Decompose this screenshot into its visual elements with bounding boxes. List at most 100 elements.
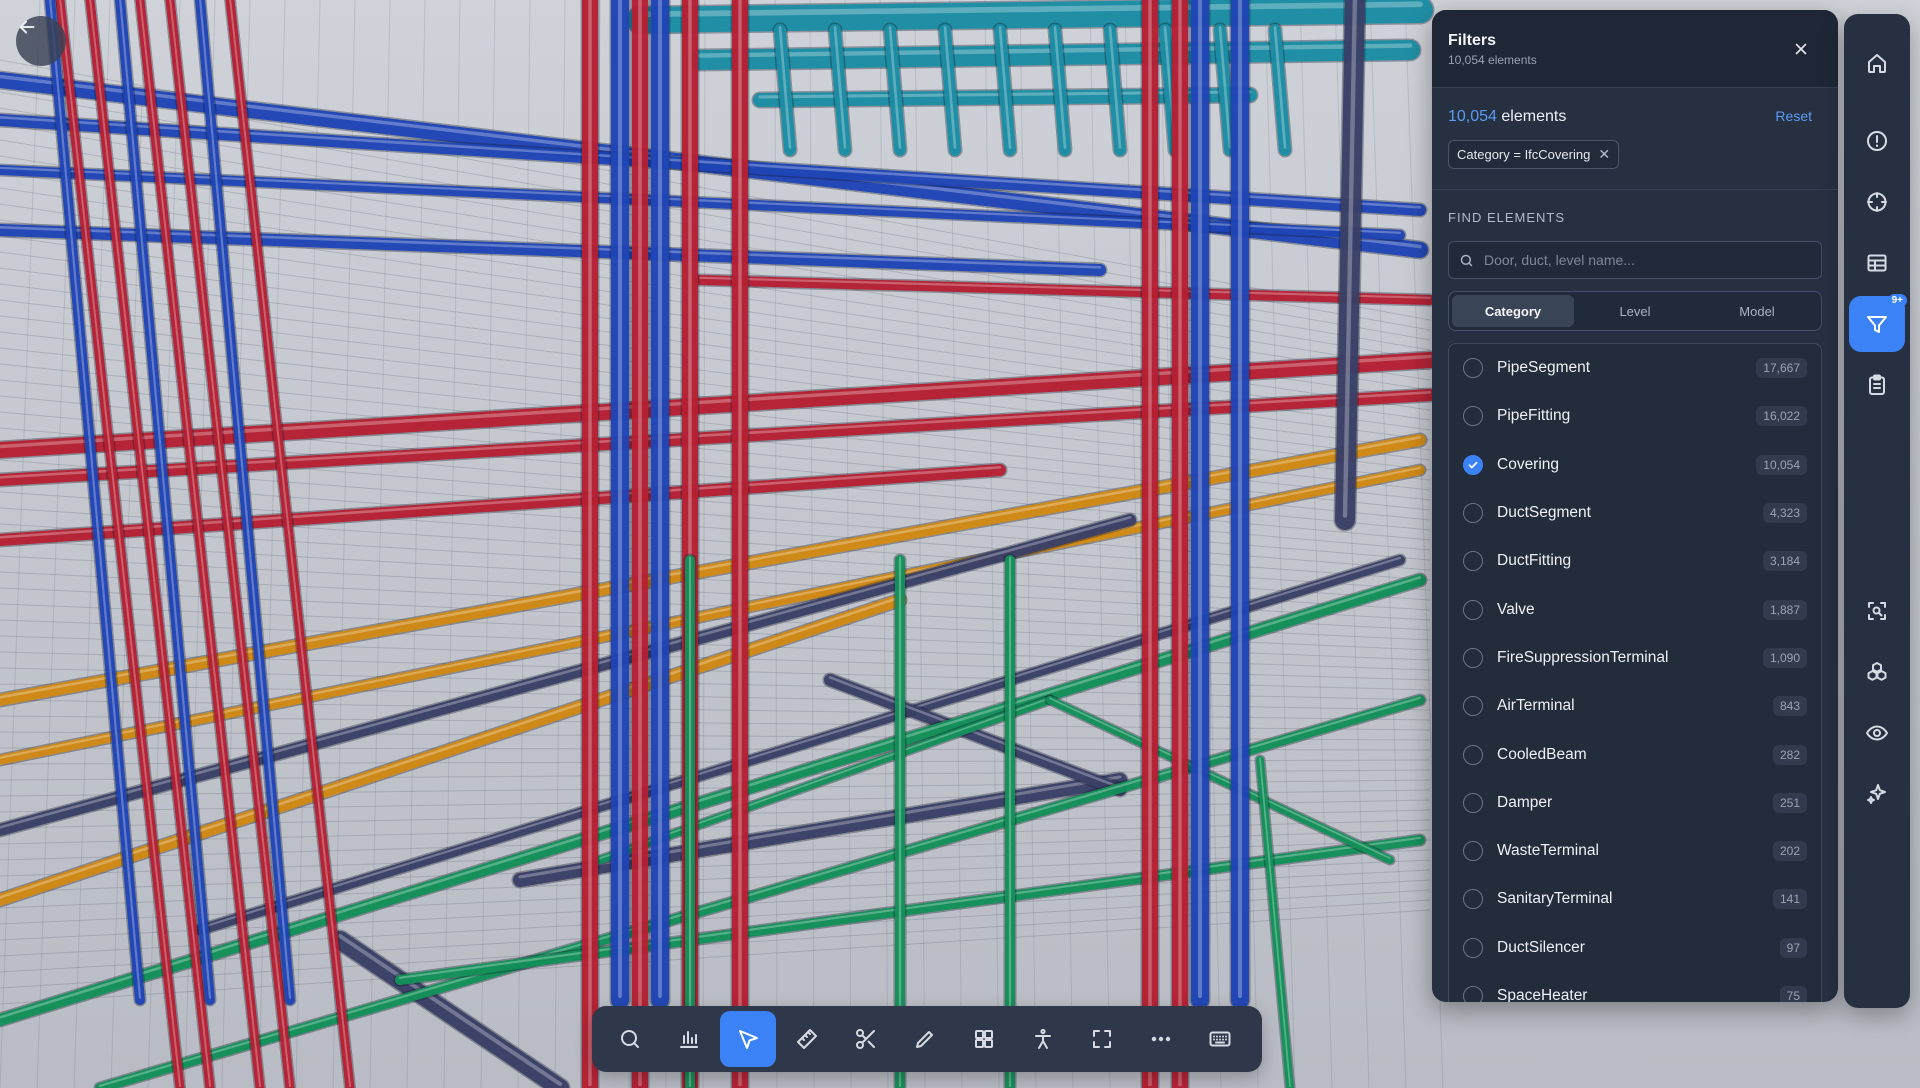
check-icon [1468,461,1478,469]
category-count: 1,090 [1762,647,1807,668]
clipboard-button[interactable] [1849,357,1905,413]
right-rail: 9+ [1844,14,1910,1008]
close-icon [1795,43,1807,55]
ghost-line [0,879,1431,957]
search-tool[interactable] [602,1011,658,1067]
category-radio[interactable] [1463,889,1483,910]
markup-tool[interactable] [897,1011,953,1067]
pipe-red [695,275,1435,305]
models-button[interactable] [1849,644,1905,700]
measure-tool[interactable] [779,1011,835,1067]
category-count: 843 [1772,696,1807,717]
panel-header: Filters 10,054 elements [1432,10,1838,88]
ghost-line [949,0,963,1088]
scissors-icon [856,1029,875,1049]
active-filter-label: Category = IfcCovering [1457,147,1591,162]
category-row[interactable]: CooledBeam 282 [1449,730,1821,778]
category-row[interactable]: Damper 251 [1449,779,1821,827]
category-radio[interactable] [1463,841,1483,862]
reset-button[interactable]: Reset [1775,108,1812,124]
keyboard-tool[interactable] [1192,1011,1248,1067]
category-radio[interactable] [1463,503,1483,524]
category-radio[interactable] [1463,792,1483,813]
category-name: FireSuppressionTerminal [1497,648,1669,666]
walk-tool[interactable] [1015,1011,1071,1067]
back-button[interactable] [16,16,66,66]
category-radio[interactable] [1463,986,1483,1002]
panel-subtitle: 10,054 elements [1448,53,1537,67]
tab-category[interactable]: Category [1452,295,1574,327]
category-name: PipeSegment [1497,359,1591,377]
element-count-suffix: elements [1501,108,1567,125]
category-row[interactable]: FireSuppressionTerminal 1,090 [1449,634,1821,682]
tab-level[interactable]: Level [1574,295,1696,327]
ghost-line [0,731,1431,741]
search-input[interactable] [1484,252,1811,268]
category-count: 3,184 [1762,551,1807,572]
locate-button[interactable] [1849,174,1905,230]
remove-filter-icon[interactable]: ✕ [1598,146,1610,163]
category-count: 16,022 [1756,406,1807,427]
focus-button[interactable] [1849,583,1905,639]
arrow-left-icon [19,20,35,34]
category-row[interactable]: DuctSilencer 97 [1449,924,1821,972]
category-radio[interactable] [1463,744,1483,765]
category-row[interactable]: Valve 1,887 [1449,585,1821,633]
filter-icon [1867,316,1887,333]
visibility-button[interactable] [1849,705,1905,761]
category-name: DuctSilencer [1497,938,1585,956]
find-elements-heading: FIND ELEMENTS [1448,210,1566,225]
table-button[interactable] [1849,235,1905,291]
category-row[interactable]: WasteTerminal 202 [1449,827,1821,875]
issues-button[interactable] [1849,113,1905,169]
category-radio[interactable] [1463,358,1483,379]
close-button[interactable] [1788,36,1814,62]
category-row[interactable]: DuctFitting 3,184 [1449,537,1821,585]
filter-tabs: Category Level Model [1448,291,1822,331]
category-radio-checked[interactable] [1463,454,1483,475]
keyboard-icon [1209,1031,1231,1047]
category-radio[interactable] [1463,599,1483,620]
focus-icon [1868,602,1886,620]
category-row[interactable]: PipeFitting 16,022 [1449,392,1821,440]
select-tool[interactable] [720,1011,776,1067]
category-radio[interactable] [1463,551,1483,572]
filter-count-badge: 9+ [1887,294,1907,307]
category-row[interactable]: SpaceHeater 75 [1449,972,1821,1002]
category-radio[interactable] [1463,647,1483,668]
views-tool[interactable] [956,1011,1012,1067]
ghost-line [984,0,1000,1088]
stats-tool[interactable] [661,1011,717,1067]
more-tool[interactable] [1133,1011,1189,1067]
category-count: 202 [1772,841,1807,862]
category-row[interactable]: SanitaryTerminal 141 [1449,875,1821,923]
bottom-toolbar [592,1006,1262,1072]
search-icon [1460,254,1473,266]
sparkle-icon [1867,784,1886,804]
category-radio[interactable] [1463,696,1483,717]
category-list[interactable]: PipeSegment 17,667 PipeFitting 16,022 Coveri… [1448,343,1822,1002]
category-count: 10,054 [1756,454,1807,475]
bar-chart-icon [680,1031,698,1048]
expand-icon [1093,1030,1111,1048]
person-icon [1035,1028,1051,1049]
active-filter-chip[interactable]: Category = IfcCovering ✕ [1448,140,1620,169]
category-row[interactable]: PipeSegment 17,667 [1449,344,1821,392]
grid-icon [975,1030,993,1048]
fullscreen-tool[interactable] [1074,1011,1130,1067]
category-radio[interactable] [1463,406,1483,427]
home-button[interactable] [1849,35,1905,91]
filter-button[interactable]: 9+ [1849,294,1907,352]
ai-button[interactable] [1849,766,1905,822]
category-row[interactable]: Covering 10,054 [1449,441,1821,489]
ghost-line [914,0,926,1088]
category-row[interactable]: DuctSegment 4,323 [1449,489,1821,537]
category-name: CooledBeam [1497,745,1587,763]
tab-model[interactable]: Model [1696,295,1818,327]
cubes-icon [1867,662,1887,681]
category-row[interactable]: AirTerminal 843 [1449,682,1821,730]
cut-tool[interactable] [838,1011,894,1067]
element-count: 10,054 elements [1448,108,1822,126]
category-radio[interactable] [1463,937,1483,958]
search-box[interactable] [1448,241,1822,279]
